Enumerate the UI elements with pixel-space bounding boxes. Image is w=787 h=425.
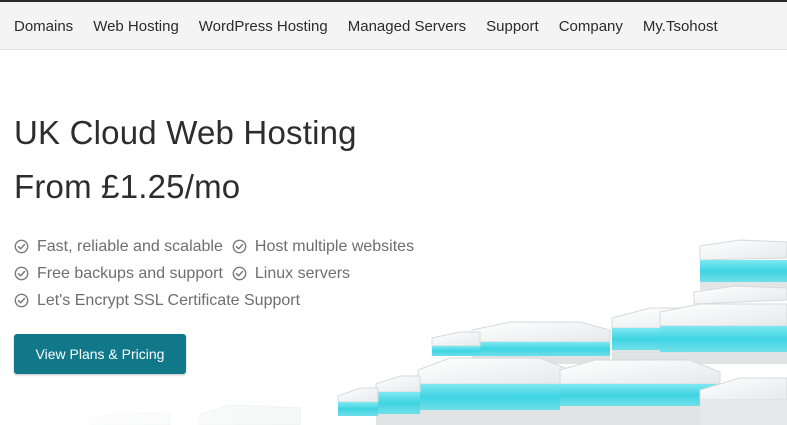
server-unit [659, 303, 787, 364]
feature-row: Free backups and support Linux servers [14, 260, 474, 287]
check-circle-icon [14, 239, 29, 254]
feature-item: Host multiple websites [232, 238, 414, 256]
feature-row: Let's Encrypt SSL Certificate Support [14, 287, 474, 314]
server-unit [417, 357, 571, 425]
server-unit [375, 375, 421, 425]
feature-item: Let's Encrypt SSL Certificate Support [14, 292, 300, 310]
server-unit [559, 359, 721, 425]
feature-item: Free backups and support [14, 265, 223, 283]
server-unit [431, 331, 481, 356]
page: Domains Web Hosting WordPress Hosting Ma… [0, 0, 787, 425]
feature-label: Host multiple websites [254, 237, 415, 255]
feature-label: Free backups and support [37, 264, 223, 282]
check-circle-icon [232, 239, 247, 254]
feature-item: Linux servers [232, 265, 350, 283]
check-circle-icon [14, 266, 29, 281]
check-circle-icon [232, 266, 247, 281]
check-circle-icon [14, 293, 29, 308]
feature-label: Let's Encrypt SSL Certificate Support [37, 291, 301, 309]
feature-list: Fast, reliable and scalable Host multipl… [14, 233, 474, 314]
feature-label: Linux servers [254, 264, 351, 282]
server-unit [337, 387, 379, 416]
view-plans-button[interactable]: View Plans & Pricing [14, 334, 186, 374]
server-unit [699, 239, 787, 290]
feature-item: Fast, reliable and scalable [14, 238, 223, 256]
feature-row: Fast, reliable and scalable Host multipl… [14, 233, 474, 260]
feature-label: Fast, reliable and scalable [37, 237, 223, 255]
